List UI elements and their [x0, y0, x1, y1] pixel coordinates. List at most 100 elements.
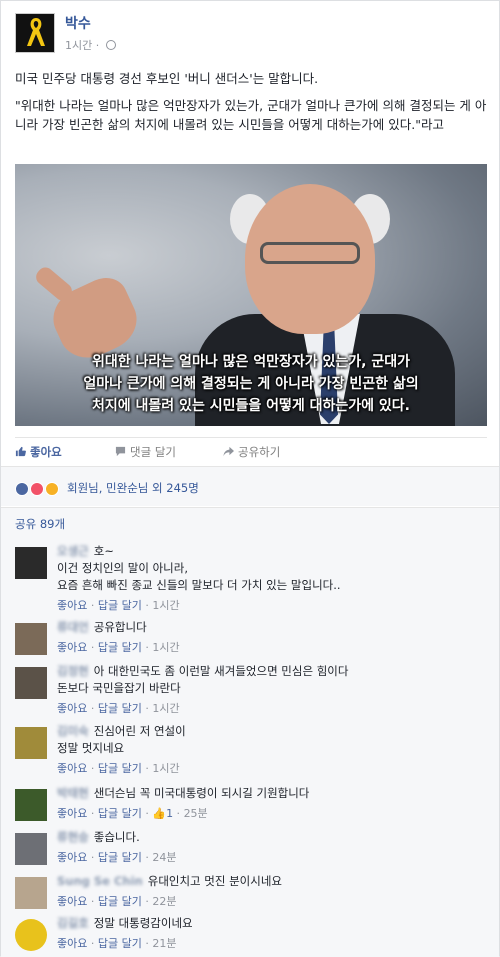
comment-actions: 좋아요 · 답글 달기 · 👍1 · 25분: [57, 807, 208, 820]
comment-body: 류대언 공유합니다 좋아요 · 답글 달기 · 1시간: [57, 619, 487, 656]
shares-count[interactable]: 공유 89개: [1, 507, 499, 537]
comment-like-link[interactable]: 좋아요: [57, 895, 87, 908]
comment-avatar[interactable]: [15, 789, 47, 821]
comment-time[interactable]: 25분: [184, 807, 208, 820]
comment-actions: 좋아요 · 답글 달기 · 1시간: [57, 762, 180, 775]
post-text-quote: "위대한 나라는 얼마나 많은 억만장자가 있는가, 군대가 얼마나 큰가에 의…: [15, 98, 487, 132]
like-button[interactable]: 좋아요: [15, 444, 62, 460]
comment-text: 정말 멋지네요: [57, 741, 125, 755]
comment-body: 김미숙 진심어린 저 연설이 정말 멋지네요 좋아요 · 답글 달기 · 1시간: [57, 723, 487, 777]
comment-text: 정말 대통령감이네요: [93, 916, 193, 930]
author-name[interactable]: 박수: [65, 13, 91, 33]
comment-time[interactable]: 24분: [152, 851, 176, 864]
reaction-icons: [15, 481, 59, 496]
comment-time[interactable]: 21분: [152, 937, 176, 950]
comment-actions: 좋아요 · 답글 달기 · 1시간: [57, 702, 180, 715]
globe-icon[interactable]: [105, 40, 116, 50]
comment-like-link[interactable]: 좋아요: [57, 702, 87, 715]
comment-time[interactable]: 1시간: [152, 702, 179, 715]
post-time[interactable]: 1시간: [65, 39, 92, 52]
yellow-ribbon-icon: [27, 18, 45, 46]
post-card: 박수 1시간 · 미국 민주당 대통령 경선 후보인 '버니 샌더스'는 말합니…: [0, 0, 500, 957]
post-image[interactable]: 위대한 나라는 얼마나 많은 억만장자가 있는가, 군대가 얼마나 큰가에 의해…: [15, 164, 487, 426]
comment-text: 요즘 흔해 빠진 종교 신들의 말보다 더 가치 있는 말입니다..: [57, 578, 341, 592]
comment-reply-link[interactable]: 답글 달기: [98, 762, 142, 775]
image-caption: 위대한 나라는 얼마나 많은 억만장자가 있는가, 군대가 얼마나 큰가에 의해…: [15, 351, 487, 417]
comment-reply-link[interactable]: 답글 달기: [98, 599, 142, 612]
comment-text: 진심어린 저 연설이: [93, 724, 186, 738]
comment-label: 댓글 달기: [130, 445, 176, 459]
comment-body: 김정현 아 대한민국도 좀 이런말 새겨들었으면 민심은 힘이다 돈보다 국민을잡…: [57, 663, 487, 717]
comment-likes[interactable]: 👍1: [152, 807, 173, 820]
share-button[interactable]: 공유하기: [223, 444, 280, 460]
love-reaction-icon: [29, 481, 44, 496]
comment-reply-link[interactable]: 답글 달기: [98, 641, 142, 654]
wow-reaction-icon: [44, 481, 59, 496]
comment-button[interactable]: 댓글 달기: [115, 444, 500, 460]
comment-actions: 좋아요 · 답글 달기 · 22분: [57, 895, 177, 908]
comment-like-link[interactable]: 좋아요: [57, 851, 87, 864]
image-figure-glasses: [260, 242, 360, 264]
comment-time[interactable]: 22분: [152, 895, 176, 908]
comment-time[interactable]: 1시간: [152, 762, 179, 775]
comment-avatar[interactable]: [15, 623, 47, 655]
comment-like-link[interactable]: 좋아요: [57, 599, 87, 612]
comment-avatar[interactable]: [15, 919, 47, 951]
shares-text[interactable]: 공유 89개: [15, 516, 65, 532]
like-reaction-icon: [15, 481, 29, 496]
comment-author[interactable]: 박태현: [57, 786, 89, 800]
comment-actions: 좋아요 · 답글 달기 · 24분: [57, 851, 177, 864]
post-text: 미국 민주당 대통령 경선 후보인 '버니 샌더스'는 말합니다. "위대한 나…: [15, 69, 489, 142]
comment-author[interactable]: 김정현: [57, 664, 89, 678]
comment-reply-link[interactable]: 답글 달기: [98, 937, 142, 950]
comment-time[interactable]: 1시간: [152, 599, 179, 612]
comment-reply-link[interactable]: 답글 달기: [98, 807, 142, 820]
comment-avatar[interactable]: [15, 833, 47, 865]
comment-body: 류현승 좋습니다. 좋아요 · 답글 달기 · 24분: [57, 829, 487, 866]
comment-reply-link[interactable]: 답글 달기: [98, 895, 142, 908]
comment-avatar[interactable]: [15, 547, 47, 579]
comment-like-count: 1: [166, 807, 174, 820]
comment-author[interactable]: 오생근: [57, 544, 89, 558]
post-action-bar: 좋아요 댓글 달기 공유하기: [15, 437, 487, 461]
comment-author[interactable]: 김미숙: [57, 724, 89, 738]
comment-avatar[interactable]: [15, 727, 47, 759]
comment-like-link[interactable]: 좋아요: [57, 762, 87, 775]
comment-avatar[interactable]: [15, 667, 47, 699]
post-text-line: 미국 민주당 대통령 경선 후보인 '버니 샌더스'는 말합니다.: [15, 71, 319, 86]
comment-like-link[interactable]: 좋아요: [57, 937, 87, 950]
image-caption-line: 처지에 내몰려 있는 시민들을 어떻게 대하는가에 있다.: [92, 398, 410, 414]
comment-list: 오생근 호~ 이건 정치인의 말이 아니라, 요즘 흔해 빠진 종교 신들의 말보…: [1, 537, 499, 957]
comment-actions: 좋아요 · 답글 달기 · 1시간: [57, 641, 180, 654]
comment-text: 아 대한민국도 좀 이런말 새겨들었으면 민심은 힘이다: [93, 664, 349, 678]
comment-author[interactable]: Sung Se Chin: [57, 874, 143, 888]
comment-text: 호~: [93, 544, 114, 558]
author-avatar[interactable]: [15, 13, 55, 53]
comment-body: 오생근 호~ 이건 정치인의 말이 아니라, 요즘 흔해 빠진 종교 신들의 말보…: [57, 543, 487, 614]
reactions-text[interactable]: 회원님, 민완순님 외 245명: [67, 480, 199, 496]
comment-reply-link[interactable]: 답글 달기: [98, 851, 142, 864]
comment-author[interactable]: 류대언: [57, 620, 89, 634]
reactions-summary[interactable]: 회원님, 민완순님 외 245명: [1, 466, 499, 506]
comment-icon: [115, 446, 126, 457]
comment-author[interactable]: 류현승: [57, 830, 89, 844]
comment-reply-link[interactable]: 답글 달기: [98, 702, 142, 715]
like-label: 좋아요: [30, 445, 62, 459]
comment-like-link[interactable]: 좋아요: [57, 807, 87, 820]
post-meta: 1시간 ·: [65, 37, 116, 53]
comment-body: Sung Se Chin 유대인치고 멋진 분이시네요 좋아요 · 답글 달기 ·…: [57, 873, 487, 910]
comment-body: 김길호 정말 대통령감이네요 좋아요 · 답글 달기 · 21분: [57, 915, 487, 952]
comment-text: 돈보다 국민을잡기 바란다: [57, 681, 181, 695]
comment-text: 샌더슨님 꼭 미국대통령이 되시길 기원합니다: [93, 786, 310, 800]
comment-actions: 좋아요 · 답글 달기 · 1시간: [57, 599, 180, 612]
comment-avatar[interactable]: [15, 877, 47, 909]
separator: ·: [95, 39, 100, 52]
share-icon: [223, 446, 234, 457]
thumbs-up-icon: [15, 446, 26, 457]
comment-text: 유대인치고 멋진 분이시네요: [147, 874, 283, 888]
comment-time[interactable]: 1시간: [152, 641, 179, 654]
comment-like-link[interactable]: 좋아요: [57, 641, 87, 654]
comment-author[interactable]: 김길호: [57, 916, 89, 930]
comment-body: 박태현 샌더슨님 꼭 미국대통령이 되시길 기원합니다 좋아요 · 답글 달기 ·…: [57, 785, 487, 822]
comment-text: 이건 정치인의 말이 아니라,: [57, 561, 189, 575]
